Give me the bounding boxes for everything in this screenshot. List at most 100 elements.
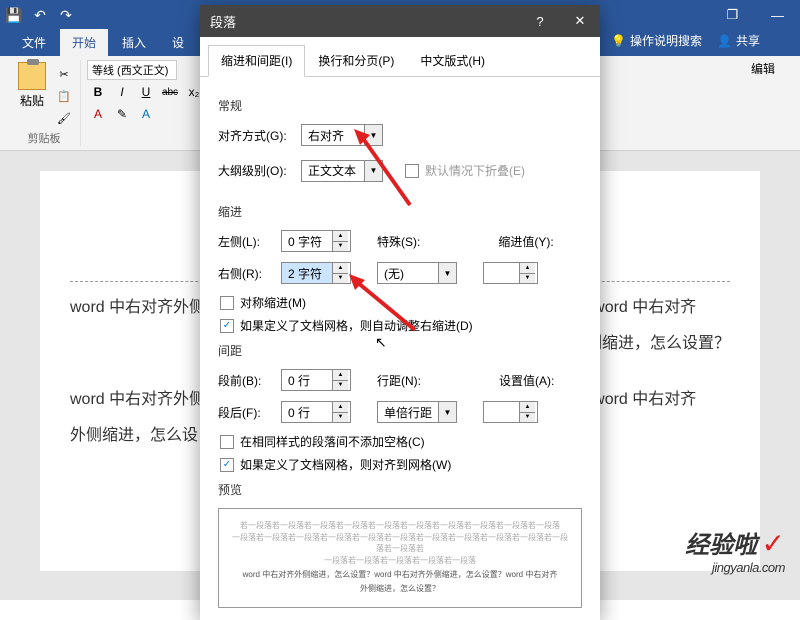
undo-icon[interactable]: ↶ (31, 6, 49, 24)
dialog-help-button[interactable]: ? (520, 5, 560, 37)
after-label: 段后(F): (218, 404, 273, 421)
tab-insert[interactable]: 插入 (110, 29, 158, 56)
chevron-down-icon[interactable]: ▼ (364, 161, 382, 181)
down-arrow-icon[interactable]: ▼ (333, 274, 348, 284)
down-arrow-icon[interactable]: ▼ (333, 381, 348, 391)
outline-label: 大纲级别(O): (218, 162, 293, 179)
highlight-button[interactable]: ✎ (111, 104, 133, 124)
paragraph-dialog: 段落 ? ✕ 缩进和间距(I) 换行和分页(P) 中文版式(H) 常规 对齐方式… (200, 5, 600, 620)
edit-group: 编辑 (745, 60, 792, 146)
after-spinner[interactable]: ▲▼ (281, 401, 351, 423)
mirror-checkbox[interactable] (220, 296, 234, 310)
preview-box: 若一段落若一段落若一段落若一段落若一段落若一段落若一段落若一段落若一段落若一段落… (218, 508, 582, 608)
up-arrow-icon[interactable]: ▲ (333, 263, 348, 274)
font-color-button[interactable]: A (87, 104, 109, 124)
tab-chinese[interactable]: 中文版式(H) (407, 45, 498, 76)
clipboard-group: 粘贴 ✂ 📋 🖌 剪贴板 (8, 60, 81, 146)
save-icon[interactable]: 💾 (5, 6, 23, 24)
align-label: 对齐方式(G): (218, 127, 293, 144)
up-arrow-icon[interactable]: ▲ (520, 263, 535, 274)
collapse-label: 默认情况下折叠(E) (425, 162, 525, 179)
chevron-down-icon[interactable]: ▼ (438, 263, 456, 283)
indent-val-label: 缩进值(Y): (498, 233, 553, 250)
grid-align-label: 如果定义了文档网格，则对齐到网格(W) (240, 456, 451, 473)
down-arrow-icon[interactable]: ▼ (520, 274, 535, 284)
tab-home[interactable]: 开始 (60, 29, 108, 56)
help-search[interactable]: 💡 操作说明搜索 (611, 32, 702, 49)
line-label: 行距(N): (377, 372, 421, 389)
setat-input[interactable] (484, 402, 519, 422)
collapse-checkbox[interactable] (405, 164, 419, 178)
strike-button[interactable]: abc (159, 82, 181, 102)
window-min-icon[interactable]: — (755, 0, 800, 30)
down-arrow-icon[interactable]: ▼ (333, 242, 348, 252)
up-arrow-icon[interactable]: ▲ (333, 402, 348, 413)
grid-indent-checkbox[interactable]: ✓ (220, 319, 234, 333)
right-indent-input[interactable] (282, 263, 332, 283)
watermark: 经验啦 ✓ jingyanla.com (685, 525, 785, 575)
clipboard-label: 剪贴板 (28, 128, 61, 146)
right-indent-label: 右侧(R): (218, 265, 273, 282)
format-painter-icon[interactable]: 🖌 (54, 108, 74, 128)
align-combo[interactable]: ▼ (301, 124, 383, 146)
line-input[interactable] (378, 402, 438, 422)
section-indent: 缩进 (218, 203, 582, 220)
before-label: 段前(B): (218, 372, 273, 389)
indent-val-input[interactable] (484, 263, 519, 283)
left-indent-input[interactable] (282, 231, 332, 251)
line-combo[interactable]: ▼ (377, 401, 457, 423)
up-arrow-icon[interactable]: ▲ (333, 370, 348, 381)
align-input[interactable] (302, 125, 364, 145)
font-group: B I U abc x₂ A ✎ A (81, 60, 212, 146)
italic-button[interactable]: I (111, 82, 133, 102)
special-input[interactable] (378, 263, 438, 283)
paste-icon (18, 62, 46, 90)
before-input[interactable] (282, 370, 332, 390)
dialog-tabs: 缩进和间距(I) 换行和分页(P) 中文版式(H) (200, 37, 600, 77)
nospace-checkbox[interactable] (220, 435, 234, 449)
tab-indent-spacing[interactable]: 缩进和间距(I) (208, 45, 305, 77)
window-restore-icon[interactable]: ❐ (710, 0, 755, 30)
tab-page-break[interactable]: 换行和分页(P) (305, 45, 407, 76)
right-indent-spinner[interactable]: ▲▼ (281, 262, 351, 284)
up-arrow-icon[interactable]: ▲ (333, 231, 348, 242)
nospace-label: 在相同样式的段落间不添加空格(C) (240, 433, 425, 450)
setat-spinner[interactable]: ▲▼ (483, 401, 538, 423)
section-preview: 预览 (218, 481, 582, 498)
up-arrow-icon[interactable]: ▲ (520, 402, 535, 413)
outline-input[interactable] (302, 161, 364, 181)
special-combo[interactable]: ▼ (377, 262, 457, 284)
before-spinner[interactable]: ▲▼ (281, 369, 351, 391)
section-spacing: 间距 (218, 342, 582, 359)
copy-icon[interactable]: 📋 (54, 86, 74, 106)
redo-icon[interactable]: ↷ (57, 6, 75, 24)
chevron-down-icon[interactable]: ▼ (438, 402, 456, 422)
after-input[interactable] (282, 402, 332, 422)
outline-combo[interactable]: ▼ (301, 160, 383, 182)
dialog-title: 段落 (210, 12, 236, 31)
dialog-titlebar[interactable]: 段落 ? ✕ (200, 5, 600, 37)
share-button[interactable]: 👤 共享 (717, 32, 760, 49)
chevron-down-icon[interactable]: ▼ (364, 125, 382, 145)
font-color2-button[interactable]: A (135, 104, 157, 124)
down-arrow-icon[interactable]: ▼ (333, 413, 348, 423)
font-select[interactable] (87, 60, 177, 80)
section-general: 常规 (218, 97, 582, 114)
cut-icon[interactable]: ✂ (54, 64, 74, 84)
tab-design[interactable]: 设 (160, 29, 196, 56)
grid-align-checkbox[interactable]: ✓ (220, 458, 234, 472)
tab-file[interactable]: 文件 (10, 29, 58, 56)
mirror-label: 对称缩进(M) (240, 294, 306, 311)
left-indent-label: 左侧(L): (218, 233, 273, 250)
left-indent-spinner[interactable]: ▲▼ (281, 230, 351, 252)
underline-button[interactable]: U (135, 82, 157, 102)
dialog-body: 常规 对齐方式(G): ▼ 大纲级别(O): ▼ 默认情况下折叠(E) 缩进 左… (200, 77, 600, 620)
grid-indent-label: 如果定义了文档网格，则自动调整右缩进(D) (240, 317, 473, 334)
bold-button[interactable]: B (87, 82, 109, 102)
paste-button[interactable]: 粘贴 (14, 60, 50, 128)
dialog-close-button[interactable]: ✕ (560, 5, 600, 37)
edit-button[interactable]: 编辑 (751, 60, 786, 77)
setat-label: 设置值(A): (499, 372, 554, 389)
down-arrow-icon[interactable]: ▼ (520, 413, 535, 423)
indent-val-spinner[interactable]: ▲▼ (483, 262, 538, 284)
